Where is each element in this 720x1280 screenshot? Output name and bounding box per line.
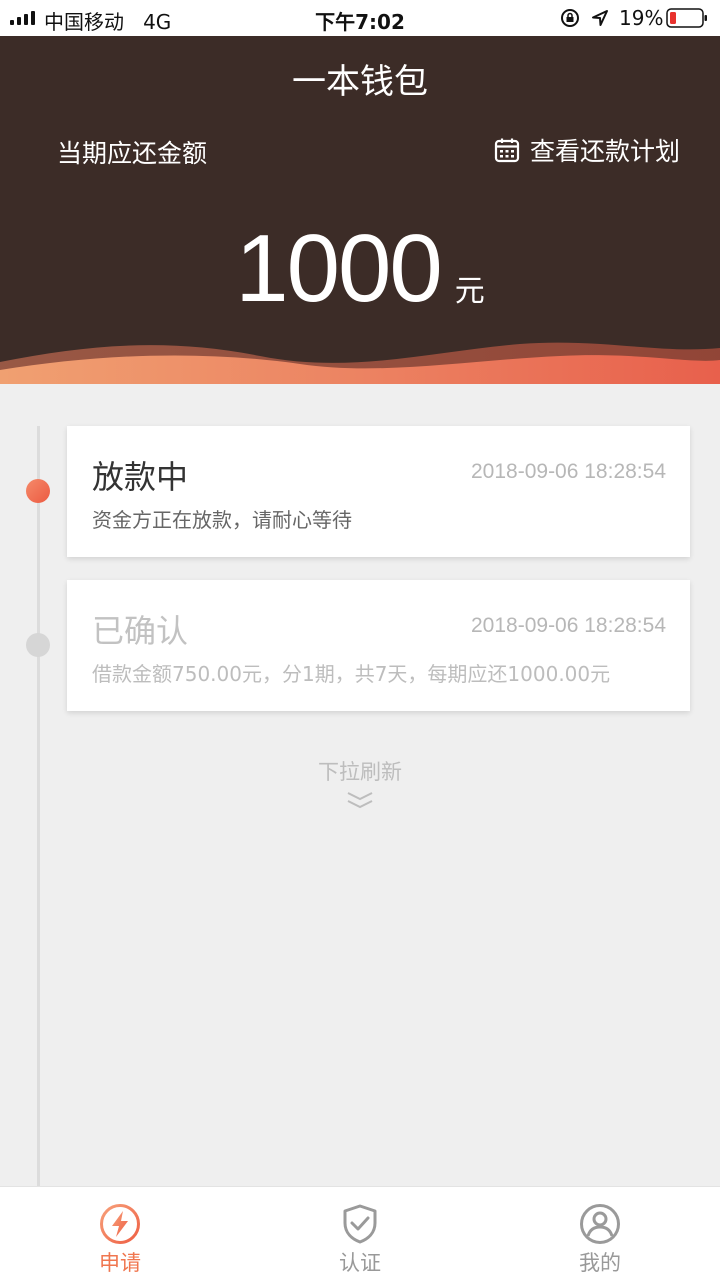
- nav-apply[interactable]: 申请: [60, 1187, 180, 1280]
- shield-check-icon: [343, 1204, 377, 1244]
- user-icon: [580, 1204, 620, 1244]
- status-description: 资金方正在放款，请耐心等待: [92, 508, 352, 532]
- status-bar: 中国移动 4G 下午7:02 19%: [0, 0, 720, 36]
- calendar-icon: [494, 138, 520, 163]
- status-title: 放款中: [92, 458, 189, 496]
- status-time: 下午7:02: [315, 10, 405, 34]
- pull-to-refresh-hint: 下拉刷新: [318, 760, 402, 784]
- header-wave-decoration: [0, 342, 720, 384]
- timeline-dot-inactive: [26, 633, 50, 657]
- lightning-icon: [100, 1204, 140, 1244]
- status-card-disbursing: 放款中 2018-09-06 18:28:54 资金方正在放款，请耐心等待: [67, 426, 690, 557]
- nav-verify[interactable]: 认证: [300, 1187, 420, 1280]
- repayment-header: 一本钱包 当期应还金额 查看还款计划 1000 元: [0, 36, 720, 384]
- status-time: 2018-09-06 18:28:54: [471, 460, 666, 483]
- rotation-lock-icon: [561, 9, 579, 27]
- nav-apply-label: 申请: [99, 1251, 141, 1275]
- repayment-plan-label: 查看还款计划: [529, 137, 680, 166]
- amount-value: 1000: [235, 215, 443, 322]
- battery-icon: [666, 8, 707, 28]
- due-amount-label: 当期应还金额: [57, 139, 208, 168]
- nav-profile-label: 我的: [579, 1251, 621, 1275]
- timeline-dot-active: [26, 479, 50, 503]
- timeline-line: [37, 426, 40, 1188]
- amount-unit: 元: [454, 274, 485, 309]
- page-title: 一本钱包: [292, 62, 428, 102]
- bottom-nav: 申请 认证 我的: [0, 1186, 720, 1280]
- status-description: 借款金额750.00元，分1期，共7天，每期应还1000.00元: [92, 662, 611, 686]
- status-title: 已确认: [92, 612, 189, 650]
- nav-profile[interactable]: 我的: [540, 1187, 660, 1280]
- battery-percent: 19%: [619, 6, 664, 30]
- nav-verify-label: 认证: [339, 1251, 381, 1275]
- double-chevron-down-icon: [347, 792, 373, 809]
- due-amount: 1000 元: [0, 214, 720, 324]
- location-arrow-icon: [592, 10, 608, 26]
- status-time: 2018-09-06 18:28:54: [471, 614, 666, 637]
- view-repayment-plan-link[interactable]: 查看还款计划: [494, 132, 680, 168]
- status-card-confirmed: 已确认 2018-09-06 18:28:54 借款金额750.00元，分1期，…: [67, 580, 690, 711]
